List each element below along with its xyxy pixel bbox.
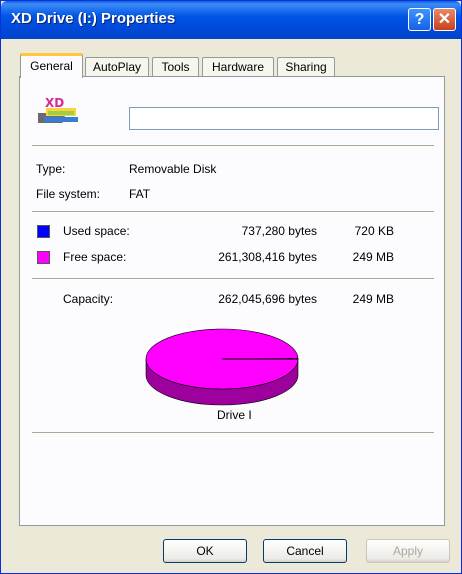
general-panel: XD Type: Removable Disk File system: FAT… <box>19 76 445 526</box>
help-button[interactable]: ? <box>408 8 431 31</box>
tab-hardware[interactable]: Hardware <box>202 57 274 77</box>
apply-button[interactable]: Apply <box>366 539 450 563</box>
close-button[interactable]: ✕ <box>433 8 456 31</box>
removable-drive-icon: XD <box>38 91 82 131</box>
cancel-button[interactable]: Cancel <box>263 539 347 563</box>
free-space-size: 249 MB <box>353 250 394 264</box>
free-space-label: Free space: <box>63 250 126 264</box>
tab-general[interactable]: General <box>20 53 83 78</box>
drive-letter-label: Drive I <box>217 408 252 422</box>
capacity-bytes: 262,045,696 bytes <box>218 292 317 306</box>
capacity-label: Capacity: <box>63 292 113 306</box>
tab-tools[interactable]: Tools <box>152 57 199 77</box>
window-title: XD Drive (I:) Properties <box>11 10 175 27</box>
filesystem-value: FAT <box>129 187 150 201</box>
free-space-bytes: 261,308,416 bytes <box>218 250 317 264</box>
free-space-swatch <box>37 251 50 264</box>
type-label: Type: <box>36 162 65 176</box>
disk-usage-pie-chart <box>144 325 314 415</box>
separator <box>32 211 434 212</box>
used-space-swatch <box>37 225 50 238</box>
used-space-size: 720 KB <box>355 224 394 238</box>
title-bar[interactable]: XD Drive (I:) Properties ? ✕ <box>1 1 461 39</box>
used-space-bytes: 737,280 bytes <box>242 224 317 238</box>
capacity-size: 249 MB <box>353 292 394 306</box>
properties-window: XD Drive (I:) Properties ? ✕ General Aut… <box>0 0 462 574</box>
separator <box>32 145 434 146</box>
ok-button[interactable]: OK <box>163 539 247 563</box>
separator <box>32 432 434 433</box>
separator <box>32 278 434 279</box>
used-space-label: Used space: <box>63 224 130 238</box>
tab-strip: General AutoPlay Tools Hardware Sharing <box>1 51 461 77</box>
tab-autoplay[interactable]: AutoPlay <box>85 57 149 77</box>
filesystem-label: File system: <box>36 187 100 201</box>
tab-sharing[interactable]: Sharing <box>277 57 335 77</box>
drive-icon-text: XD <box>45 96 64 110</box>
drive-name-input[interactable] <box>129 107 439 130</box>
type-value: Removable Disk <box>129 162 216 176</box>
